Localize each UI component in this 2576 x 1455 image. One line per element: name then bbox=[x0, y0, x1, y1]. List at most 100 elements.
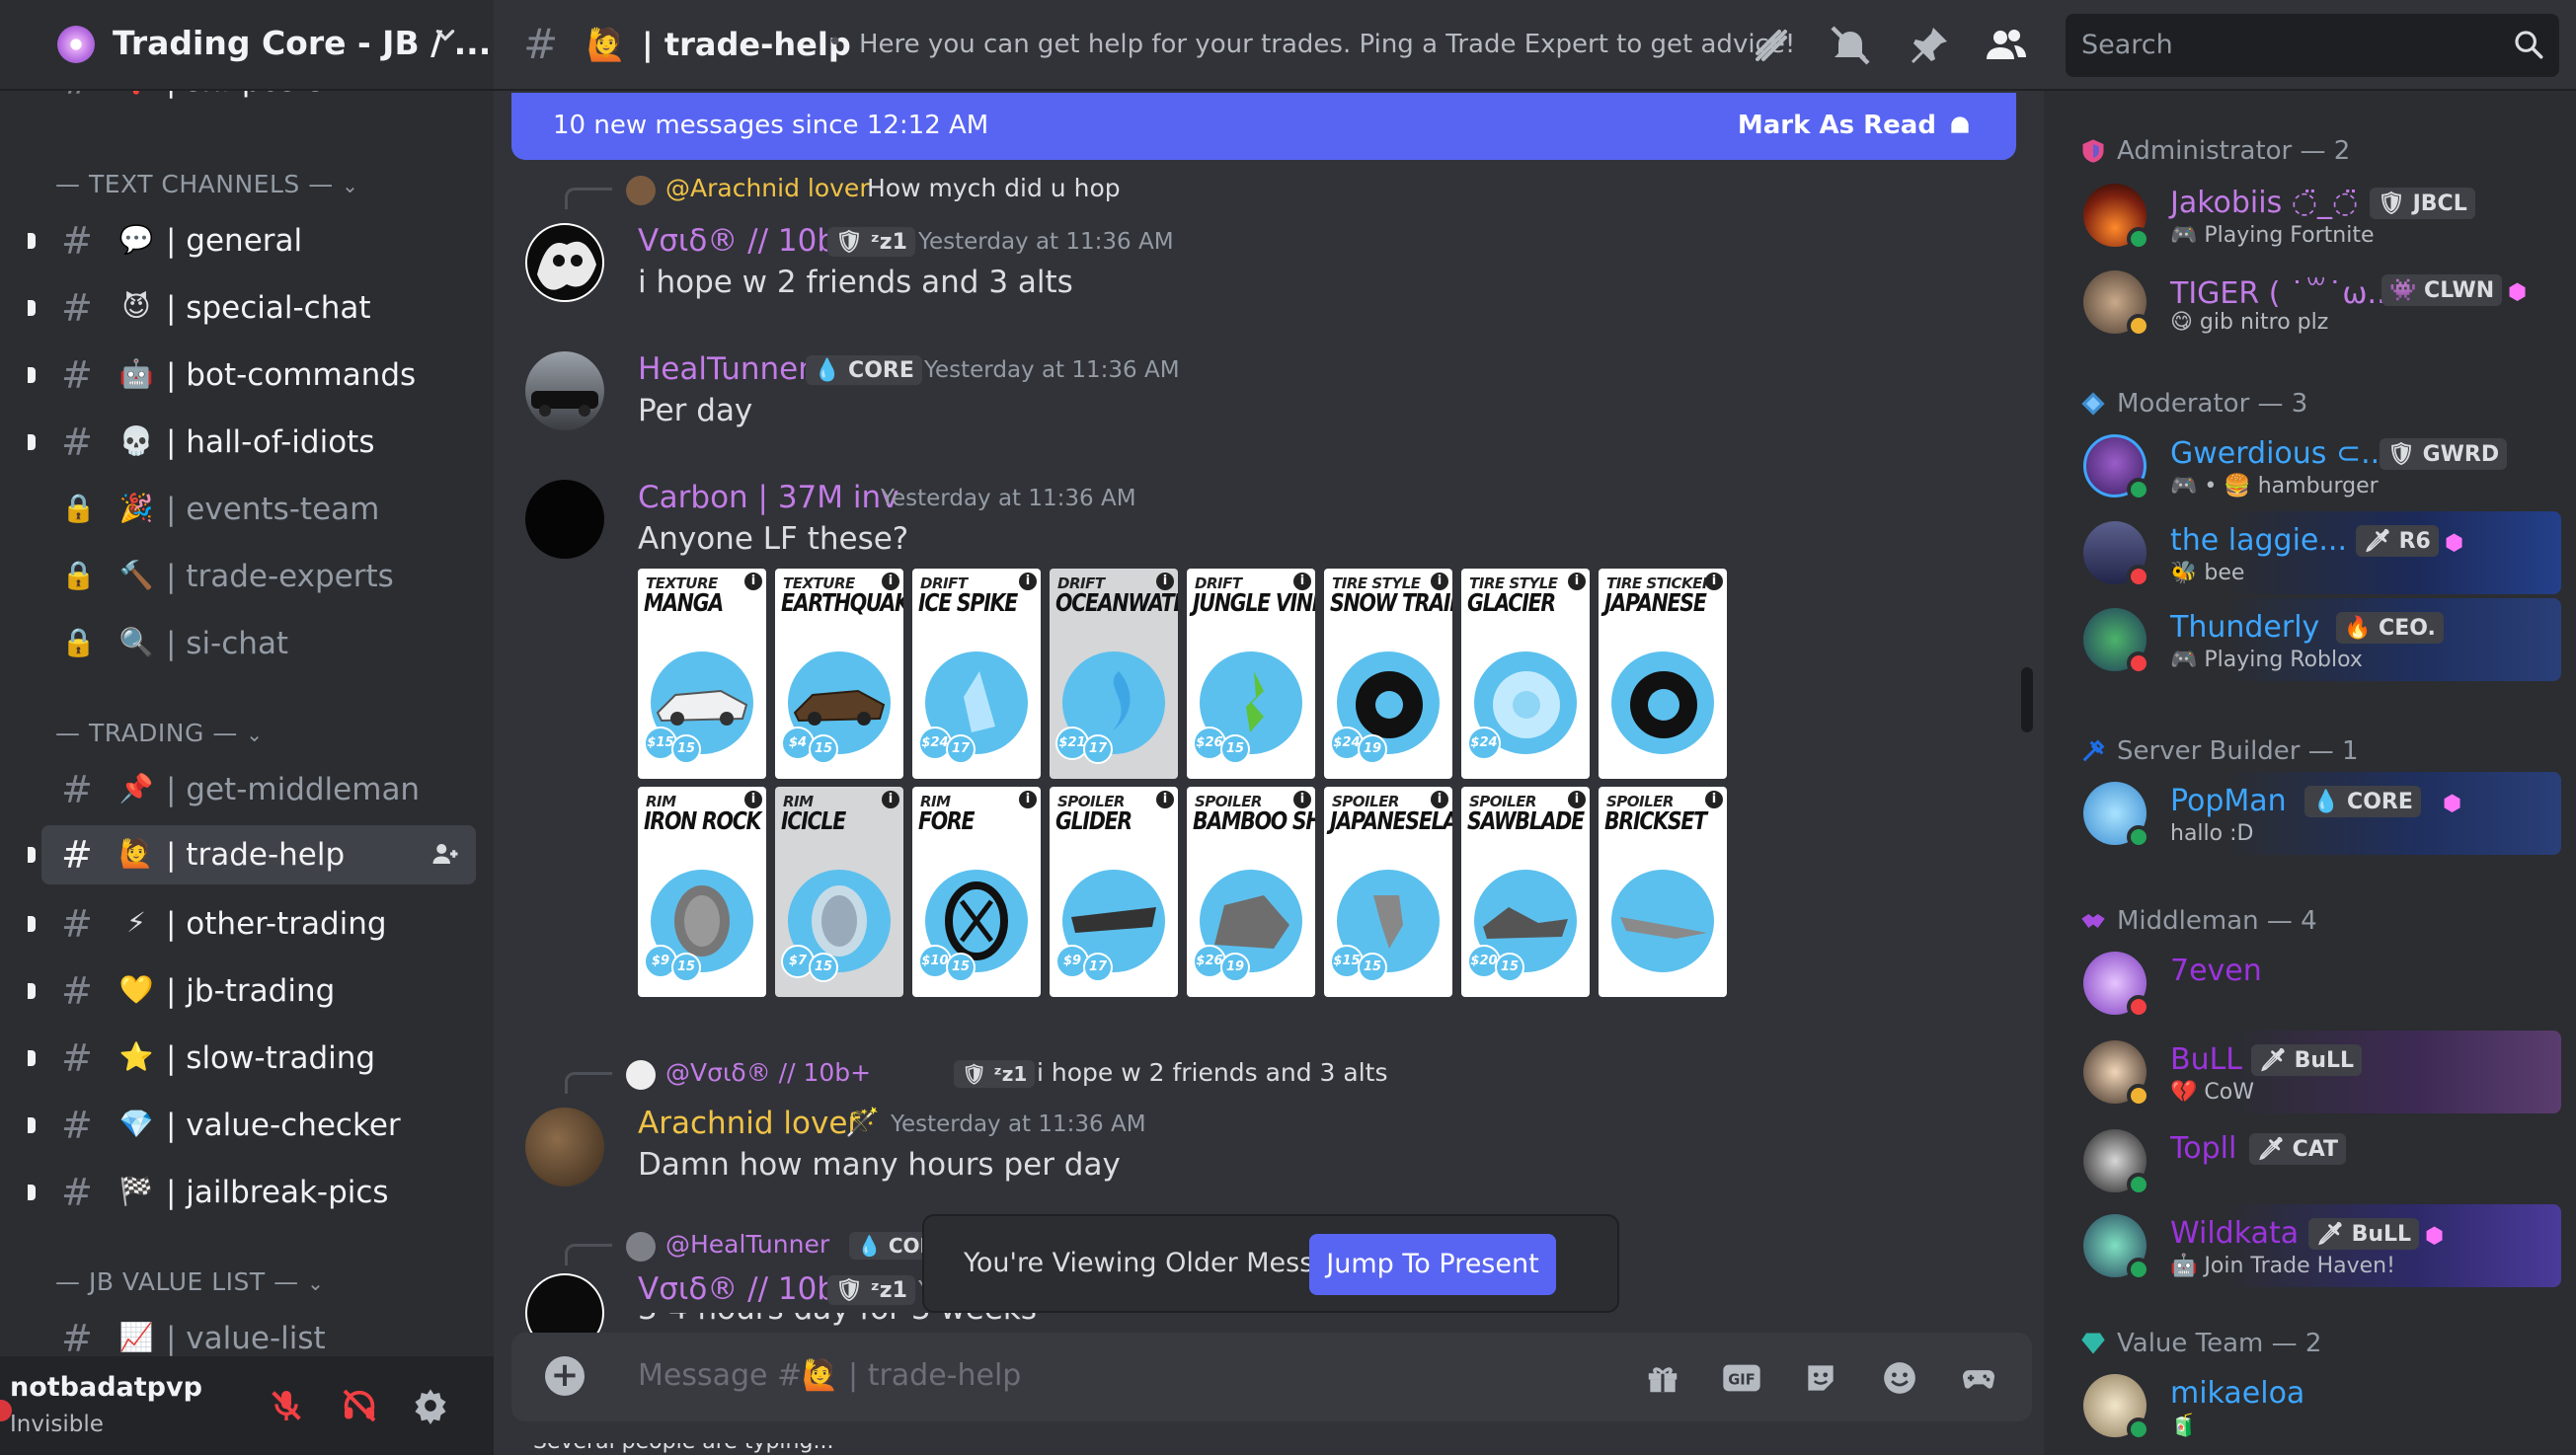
unread-indicator bbox=[28, 1050, 36, 1066]
settings-gear-icon[interactable] bbox=[403, 1378, 458, 1433]
item-card[interactable]: TIRE STYLE GLACIER i $24 bbox=[1461, 569, 1590, 779]
unread-indicator bbox=[28, 916, 36, 932]
channel-hall-of-idiots[interactable]: # 💀 | hall-of-idiots bbox=[28, 413, 476, 472]
message-text: i hope w 2 friends and 3 alts bbox=[638, 265, 1073, 300]
member-item[interactable]: mikaeloa 🧃 bbox=[2083, 1364, 2561, 1447]
message-author[interactable]: HealTunner bbox=[638, 351, 811, 387]
card-level: 15 bbox=[671, 953, 701, 982]
member-item[interactable]: PopMan 💧 CORE ⬢ hallo :D bbox=[2083, 772, 2561, 855]
item-card[interactable]: DRIFTOCEANWATERi$2117 bbox=[1050, 569, 1178, 779]
item-card[interactable]: SPOILERJAPANESELANTERNi$1515 bbox=[1324, 787, 1452, 997]
mark-as-read-button[interactable]: Mark As Read bbox=[1738, 111, 1975, 140]
member-item[interactable]: Wildkata 🗡 BuLL ⬢ 🤖 Join Trade Haven! bbox=[2083, 1204, 2561, 1287]
member-item[interactable]: the laggie... 🗡 R6 ⬢ 🐝 bee bbox=[2083, 511, 2561, 594]
emoji-icon[interactable] bbox=[1876, 1354, 1923, 1402]
item-card[interactable]: TIRE STICKER JAPANESE i bbox=[1599, 569, 1727, 779]
message-composer[interactable]: + Message #🙋 | trade-help GIF bbox=[511, 1333, 2032, 1421]
item-card[interactable]: DRIFT ICE SPIKE i $24 17 bbox=[912, 569, 1041, 779]
channel-sidebar: Trading Core - JB / ... # ❗ | shitposts … bbox=[0, 0, 494, 1455]
mute-mic-icon[interactable] bbox=[259, 1378, 314, 1433]
item-card[interactable]: TIRE STYLE SNOW TRAIL i $24 19 bbox=[1324, 569, 1452, 779]
role-group-label: Middleman — 4 bbox=[2117, 906, 2317, 936]
role-group-label: Server Builder — 1 bbox=[2117, 736, 2359, 766]
message-author[interactable]: Carbon | 37M inv bbox=[638, 480, 898, 515]
card-name: FORE bbox=[918, 806, 976, 835]
channel-other-trading[interactable]: # ⚡ | other-trading bbox=[28, 894, 476, 954]
channel-jailbreak-pics[interactable]: # 🏁 | jailbreak-pics bbox=[28, 1163, 476, 1222]
card-name: SAWBLADE bbox=[1467, 806, 1585, 835]
sticker-icon[interactable] bbox=[1797, 1354, 1844, 1402]
avatar[interactable] bbox=[525, 351, 604, 430]
channel-special-chat[interactable]: # 😈 | special-chat bbox=[28, 278, 476, 338]
upload-plus-icon[interactable]: + bbox=[545, 1356, 585, 1396]
item-card[interactable]: RIM FORE i $10 15 bbox=[912, 787, 1041, 997]
member-status: hallo :D bbox=[2170, 821, 2254, 846]
channel-emoji: ⚡ bbox=[126, 906, 146, 939]
card-name: OCEANWATER bbox=[1055, 588, 1178, 617]
message-author[interactable]: Arachnid lover bbox=[638, 1106, 860, 1141]
channel-trade-help[interactable]: # 🙋 | trade-help bbox=[28, 825, 476, 884]
hash-icon: # bbox=[61, 902, 93, 946]
channel-slow-trading[interactable]: # ⭐ | slow-trading bbox=[28, 1029, 476, 1088]
member-item[interactable]: Thunderly 🔥 CEO. 🎮 Playing Roblox bbox=[2083, 598, 2561, 681]
jump-to-present-button[interactable]: Jump To Present bbox=[1309, 1234, 1556, 1295]
item-card[interactable]: TEXTURE MANGA i $15 15 bbox=[638, 569, 766, 779]
info-icon: i bbox=[1568, 573, 1586, 590]
channel-trade-experts[interactable]: 🔒 🔨 | trade-experts bbox=[41, 547, 476, 606]
item-card[interactable]: SPOILER GLIDER i $9 17 bbox=[1050, 787, 1178, 997]
item-card[interactable]: SPOILER BRICKSET i bbox=[1599, 787, 1727, 997]
threads-icon[interactable] bbox=[1748, 22, 1795, 69]
gif-icon[interactable]: GIF bbox=[1718, 1354, 1765, 1402]
channel-jb-trading[interactable]: # 💛 | jb-trading bbox=[28, 961, 476, 1021]
username[interactable]: notbadatpvp bbox=[10, 1372, 202, 1403]
channel-label: | slow-trading bbox=[166, 1040, 376, 1076]
category-text-channels[interactable]: — TEXT CHANNELS — ⌄ bbox=[55, 170, 358, 198]
member-item[interactable]: Gwerdious ⊂... 🛡 GWRD 🎮 • 🍔 hamburger bbox=[2083, 424, 2561, 507]
member-item[interactable]: TIGER ( ˙꒳˙ω... 👾 CLWN ⬢ 😋 gib nitro plz bbox=[2083, 261, 2561, 344]
add-member-icon[interactable] bbox=[430, 839, 460, 876]
new-messages-bar[interactable]: 10 new messages since 12:12 AM Mark As R… bbox=[511, 93, 2016, 160]
item-card[interactable]: SPOILERBAMBOO SHOOTERSi$2619 bbox=[1187, 787, 1315, 997]
scrollbar-thumb[interactable] bbox=[2021, 667, 2033, 732]
channel-si-chat[interactable]: 🔒 🔍 | si-chat bbox=[41, 614, 476, 673]
card-name: MANGA bbox=[644, 588, 724, 617]
item-card[interactable]: RIM ICICLE i $7 15 bbox=[775, 787, 903, 997]
member-list-icon[interactable] bbox=[1983, 22, 2030, 69]
member-item[interactable]: BuLL 🗡 BuLL 💔 CoW bbox=[2083, 1031, 2561, 1113]
category-jb-value-list[interactable]: — JB VALUE LIST — ⌄ bbox=[55, 1267, 324, 1296]
channel-general[interactable]: # 💬 | general bbox=[28, 211, 476, 270]
channel-label: | special-chat bbox=[166, 290, 371, 326]
category-label: — JB VALUE LIST — bbox=[55, 1267, 299, 1296]
channel-bot-commands[interactable]: # 🤖 | bot-commands bbox=[28, 345, 476, 405]
gift-icon[interactable] bbox=[1639, 1354, 1686, 1402]
message-input[interactable]: Message #🙋 | trade-help bbox=[638, 1358, 1021, 1393]
avatar[interactable] bbox=[525, 1108, 604, 1187]
avatar[interactable] bbox=[525, 480, 604, 559]
member-activity: 🎮 • 🍔 hamburger bbox=[2170, 474, 2379, 498]
activities-gamepad-icon[interactable] bbox=[1955, 1354, 2002, 1402]
item-card[interactable]: DRIFT JUNGLE VINE i $26 15 bbox=[1187, 569, 1315, 779]
item-card[interactable]: SPOILER SAWBLADE i $20 15 bbox=[1461, 787, 1590, 997]
role-group-label: Moderator — 3 bbox=[2117, 389, 2308, 419]
channel-value-checker[interactable]: # 💎 | value-checker bbox=[28, 1096, 476, 1155]
channel-topic[interactable]: Here you can get help for your trades. P… bbox=[859, 30, 1795, 59]
avatar[interactable] bbox=[525, 223, 604, 302]
member-activity: 🎮 Playing Fortnite bbox=[2170, 223, 2375, 248]
notification-bell-muted-icon[interactable] bbox=[1827, 22, 1874, 69]
pinned-messages-icon[interactable] bbox=[1906, 22, 1953, 69]
guild-header[interactable]: Trading Core - JB / ... bbox=[0, 0, 494, 91]
deafen-icon[interactable] bbox=[332, 1378, 387, 1433]
user-tag-badge: 🗡 BuLL bbox=[2251, 1044, 2363, 1076]
channel-label: | jailbreak-pics bbox=[166, 1175, 389, 1210]
image-attachment-grid[interactable]: TEXTUREMANGAi$1515TEXTUREEARTHQUAKEi$415… bbox=[638, 569, 1727, 1005]
channel-get-middleman[interactable]: # 📌 | get-middleman bbox=[41, 760, 476, 819]
member-item[interactable]: Jakobiis ◌̈_◌̈ 🛡 JBCL 🎮 Playing Fortnite bbox=[2083, 174, 2561, 257]
item-card[interactable]: TEXTUREEARTHQUAKEi$415 bbox=[775, 569, 903, 779]
item-card[interactable]: RIM IRON ROCK i $9 15 bbox=[638, 787, 766, 997]
channel-events-team[interactable]: 🔒 🎉 | events-team bbox=[41, 480, 476, 539]
search-input[interactable]: Search bbox=[2066, 14, 2559, 77]
category-trading[interactable]: — TRADING — ⌄ bbox=[55, 719, 264, 747]
member-item[interactable]: 7even bbox=[2083, 942, 2561, 1025]
message-timestamp: Yesterday at 11:36 AM bbox=[881, 486, 1136, 511]
member-item[interactable]: Topll 🗡 CAT bbox=[2083, 1119, 2561, 1202]
